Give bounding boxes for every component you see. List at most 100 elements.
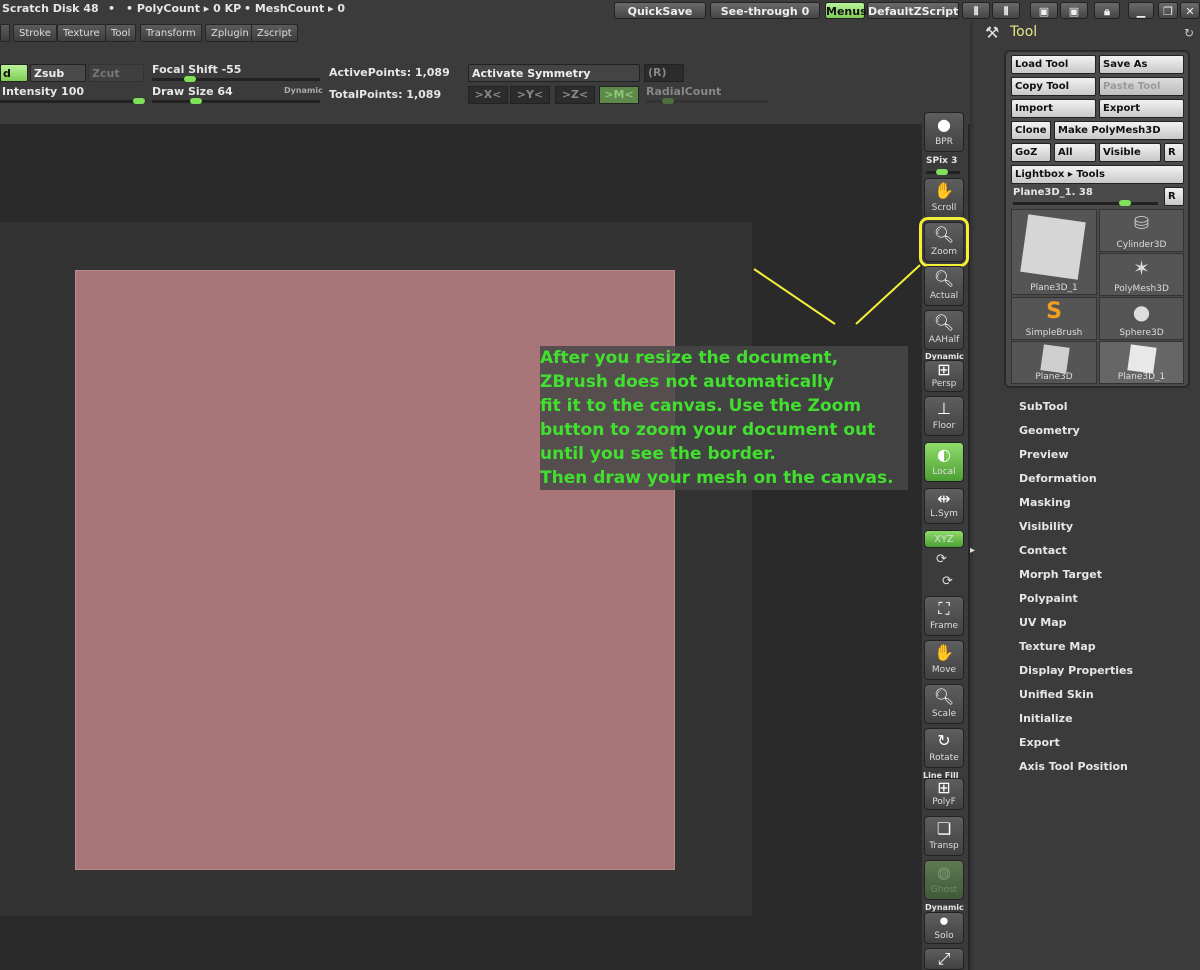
menu-partial[interactable] — [0, 24, 10, 42]
visible-button[interactable]: Visible — [1099, 143, 1161, 162]
lsym-button[interactable]: ⇹ L.Sym — [924, 488, 964, 524]
menus-toggle[interactable]: Menus — [825, 2, 867, 19]
draw-size-knob[interactable] — [190, 98, 202, 104]
current-tool-slider-track[interactable] — [1013, 200, 1158, 206]
focal-shift-label[interactable]: Focal Shift -55 — [152, 63, 241, 76]
radial-count-label[interactable]: RadialCount — [646, 85, 721, 98]
tool-thumb-plane3d[interactable]: Plane3D — [1011, 341, 1097, 384]
layout-1-icon[interactable]: ▣ — [1030, 2, 1058, 19]
draw-size-slider[interactable] — [152, 98, 320, 104]
copy-tool-button[interactable]: Copy Tool — [1011, 77, 1096, 96]
clone-button[interactable]: Clone — [1011, 121, 1051, 140]
close-icon[interactable]: ✕ — [1180, 2, 1200, 19]
rotate-z-icon[interactable]: ⟳ — [942, 574, 953, 589]
radial-count-knob[interactable] — [662, 98, 674, 104]
zcut-button[interactable]: Zcut — [88, 64, 144, 82]
section-masking[interactable]: Masking — [1019, 496, 1071, 509]
ghost-button[interactable]: ◍ Ghost — [924, 860, 964, 900]
symmetry-r-button[interactable]: (R) — [644, 64, 684, 82]
spix-knob[interactable] — [936, 169, 948, 175]
aahalf-button[interactable]: 🔍︎ AAHalf — [924, 310, 964, 350]
quicksave-button[interactable]: QuickSave — [614, 2, 706, 19]
spix-slider[interactable]: SPix 3 — [926, 156, 957, 166]
menu-zscript[interactable]: Zscript — [251, 24, 298, 42]
section-geometry[interactable]: Geometry — [1019, 424, 1080, 437]
xyz-button[interactable]: XYZ — [924, 530, 964, 548]
tool-thumb-polymesh3d[interactable]: ✶ PolyMesh3D — [1099, 253, 1184, 296]
goz-r-button[interactable]: R — [1164, 143, 1184, 162]
intensity-slider[interactable] — [0, 98, 146, 104]
transp-button[interactable]: ❏ Transp — [924, 816, 964, 856]
make-polymesh-button[interactable]: Make PolyMesh3D — [1054, 121, 1184, 140]
actual-button[interactable]: 🔍︎ Actual — [924, 266, 964, 306]
section-texture-map[interactable]: Texture Map — [1019, 640, 1096, 653]
section-export[interactable]: Export — [1019, 736, 1060, 749]
menu-texture[interactable]: Texture — [57, 24, 106, 42]
tool-palette-title[interactable]: Tool — [1010, 24, 1037, 40]
menu-zplugin[interactable]: Zplugin — [205, 24, 255, 42]
section-contact[interactable]: Contact — [1019, 544, 1067, 557]
menu-tool[interactable]: Tool — [105, 24, 137, 42]
refresh-icon[interactable]: ↻ — [1184, 26, 1194, 40]
zsub-button[interactable]: Zsub — [30, 64, 86, 82]
scroll-button[interactable]: ✋ Scroll — [924, 178, 964, 218]
current-tool-knob[interactable] — [1119, 200, 1131, 206]
intensity-slider-knob[interactable] — [133, 98, 145, 104]
section-unified-skin[interactable]: Unified Skin — [1019, 688, 1094, 701]
symmetry-x-button[interactable]: >X< — [468, 86, 508, 104]
zoom-button[interactable]: 🔍︎ Zoom — [919, 217, 969, 267]
tool-thumb-cylinder3d[interactable]: ⛁ Cylinder3D — [1099, 209, 1184, 252]
frame-button[interactable]: ⛶ Frame — [924, 596, 964, 636]
symmetry-z-button[interactable]: >Z< — [555, 86, 595, 104]
rotate-y-icon[interactable]: ⟳ — [936, 552, 947, 567]
persp-button[interactable]: ⊞ Persp — [924, 360, 964, 392]
minimize-icon[interactable]: ▁ — [1128, 2, 1154, 19]
import-button[interactable]: Import — [1011, 99, 1096, 118]
tool-r-button[interactable]: R — [1164, 187, 1184, 206]
spix-slider-track[interactable] — [926, 169, 960, 175]
load-tool-button[interactable]: Load Tool — [1011, 55, 1096, 74]
section-initialize[interactable]: Initialize — [1019, 712, 1073, 725]
layout-2-icon[interactable]: ▣ — [1060, 2, 1088, 19]
solo-button[interactable]: ⚫ Solo — [924, 912, 964, 944]
tool-thumb-plane3d-1[interactable]: Plane3D_1 — [1099, 341, 1184, 384]
polyf-button[interactable]: ⊞ PolyF — [924, 778, 964, 810]
zadd-button[interactable]: d — [0, 64, 28, 82]
section-subtool[interactable]: SubTool — [1019, 400, 1068, 413]
symmetry-y-button[interactable]: >Y< — [510, 86, 550, 104]
radial-count-slider[interactable] — [646, 98, 768, 104]
panel-collapse-arrow-icon[interactable]: ▸ — [970, 545, 978, 561]
see-through-slider[interactable]: See-through 0 — [710, 2, 820, 19]
scale-button[interactable]: 🔍︎ Scale — [924, 684, 964, 724]
dynamic-toggle[interactable]: Dynamic — [284, 86, 323, 95]
tool-thumb-simplebrush[interactable]: S SimpleBrush — [1011, 297, 1097, 340]
current-tool-slider[interactable]: Plane3D_1. 38 — [1013, 187, 1093, 198]
focal-shift-knob[interactable] — [184, 76, 196, 82]
lightbox-tools-button[interactable]: Lightbox ▸ Tools — [1011, 165, 1184, 184]
bpr-button[interactable]: ● BPR — [924, 112, 964, 152]
local-button[interactable]: ◐ Local — [924, 442, 964, 482]
palette-right-icon[interactable]: ⫴ — [992, 2, 1020, 19]
goz-button[interactable]: GoZ — [1011, 143, 1051, 162]
section-polypaint[interactable]: Polypaint — [1019, 592, 1078, 605]
focal-shift-slider[interactable] — [152, 76, 320, 82]
save-as-button[interactable]: Save As — [1099, 55, 1184, 74]
restore-icon[interactable]: ❐ — [1158, 2, 1178, 19]
section-display-properties[interactable]: Display Properties — [1019, 664, 1133, 677]
section-axis-tool-position[interactable]: Axis Tool Position — [1019, 760, 1128, 773]
menu-transform[interactable]: Transform — [140, 24, 202, 42]
palette-left-icon[interactable]: ⫴ — [962, 2, 990, 19]
floor-button[interactable]: ⊥ Floor — [924, 396, 964, 436]
section-preview[interactable]: Preview — [1019, 448, 1069, 461]
export-button[interactable]: Export — [1099, 99, 1184, 118]
tool-thumb-plane3d-1-large[interactable]: Plane3D_1 — [1011, 209, 1097, 295]
lock-icon[interactable]: 🔒︎ — [1094, 2, 1120, 19]
intensity-slider-label[interactable]: Intensity 100 — [2, 85, 84, 98]
xpose-button[interactable]: ⤢ — [924, 948, 964, 970]
section-deformation[interactable]: Deformation — [1019, 472, 1097, 485]
rotate-button[interactable]: ↻ Rotate — [924, 728, 964, 768]
activate-symmetry-button[interactable]: Activate Symmetry — [468, 64, 640, 82]
section-visibility[interactable]: Visibility — [1019, 520, 1073, 533]
symmetry-m-button[interactable]: >M< — [599, 86, 639, 104]
paste-tool-button[interactable]: Paste Tool — [1099, 77, 1184, 96]
